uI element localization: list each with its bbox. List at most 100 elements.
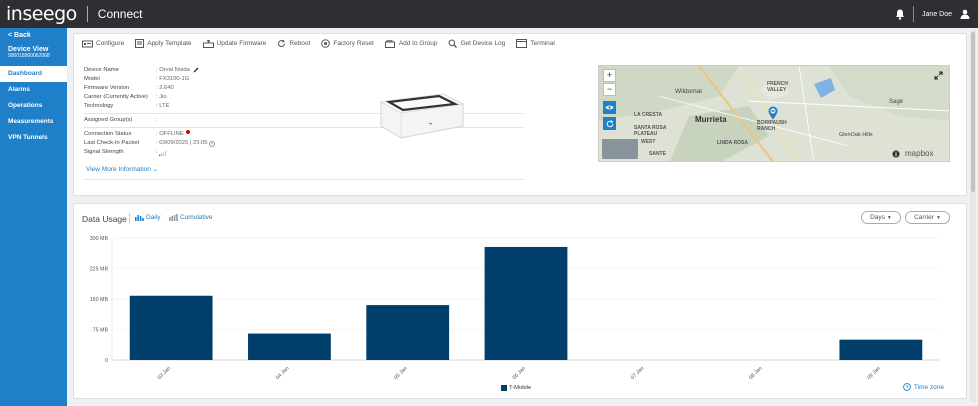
factory-reset-icon	[321, 39, 331, 48]
factory-reset-button[interactable]: Factory Reset	[321, 39, 374, 48]
bar-chart-icon	[135, 215, 144, 221]
chart-legend[interactable]: T-Mobile	[501, 385, 531, 391]
groups-label: Assigned Group(s)	[84, 117, 133, 123]
map-pin-icon[interactable]	[768, 106, 778, 120]
map-label-linda-rosa: LINDA ROSA	[717, 140, 748, 146]
x-tick-label: 06 Jan	[512, 366, 528, 382]
sidebar-item-alarms[interactable]: Alarms	[0, 82, 67, 98]
x-tick-label: 08 Jan	[748, 366, 764, 382]
checkin-value: : 03/09/2025 | 23:05	[156, 140, 208, 146]
template-icon	[135, 39, 145, 48]
legend-label: T-Mobile	[509, 385, 532, 391]
x-tick-label: 07 Jan	[630, 366, 646, 382]
inseego-logo[interactable]: inseego	[6, 3, 77, 25]
x-tick-label: 03 Jan	[157, 366, 173, 382]
legend-swatch	[501, 385, 507, 391]
location-map[interactable]: Wildomar Murrieta FRENCH VALLEY Sage LA …	[598, 65, 950, 162]
carrier-dropdown[interactable]: Carrier ▼	[905, 211, 950, 224]
days-dropdown[interactable]: Days ▼	[861, 211, 901, 224]
terminal-button[interactable]: Terminal	[516, 39, 555, 48]
clock-icon	[209, 140, 216, 147]
product-name: Connect	[97, 7, 143, 21]
tab-cumulative[interactable]: Cumulative	[169, 214, 213, 221]
view-more-information-link[interactable]: View More Information ⌄	[86, 165, 158, 173]
back-link[interactable]: < Back	[0, 28, 67, 44]
add-to-group-button[interactable]: Add to Group	[384, 39, 437, 48]
apply-template-button[interactable]: Apply Template	[135, 39, 192, 48]
reboot-button[interactable]: Reboot	[277, 39, 310, 48]
title-divider	[129, 213, 130, 224]
apply-template-label: Apply Template	[147, 40, 192, 47]
tab-daily[interactable]: Daily	[135, 214, 160, 221]
reboot-icon	[278, 39, 286, 47]
divider	[84, 179, 524, 180]
firmware-label: Firmware Version	[84, 85, 130, 91]
update-firmware-button[interactable]: Update Firmware	[202, 39, 266, 48]
info-icon[interactable]	[892, 150, 900, 158]
get-device-log-button[interactable]: Get Device Log	[448, 39, 505, 48]
firmware-icon	[202, 39, 214, 48]
chevron-down-icon: ⌄	[152, 166, 159, 173]
info-row-signal: Signal Strength:	[84, 148, 524, 157]
data-usage-chart: 0 75 MB 150 MB 225 MB 300 MB 03 Jan 04 Jan 05 J…	[90, 236, 940, 382]
info-row-device-name: Device Name : Orval Noida	[84, 66, 524, 75]
device-card: Configure Apply Template Update Firmware…	[73, 33, 967, 196]
device-view-title: Device View	[8, 46, 49, 53]
y-tick-label: 150 MB	[90, 297, 109, 303]
sidebar-item-measurements[interactable]: Measurements	[0, 114, 67, 130]
y-tick-label: 0	[105, 358, 108, 364]
days-label: Days	[870, 214, 885, 221]
fullscreen-button[interactable]	[932, 69, 945, 82]
user-name[interactable]: Jane Doe	[922, 11, 952, 18]
scrollbar-thumb[interactable]	[971, 32, 975, 192]
carrier-label: Carrier (Currently Active)	[84, 94, 148, 100]
sidebar-item-dashboard[interactable]: Dashboard	[0, 66, 67, 82]
x-tick-label: 09 Jan	[866, 366, 882, 382]
signal-bars-icon	[158, 150, 166, 156]
y-tick-label: 300 MB	[90, 236, 109, 242]
map-label-la-cresta: LA CRESTA	[634, 112, 663, 118]
zoom-out-button[interactable]: −	[603, 83, 616, 96]
bar	[484, 246, 568, 360]
signal-label: Signal Strength	[84, 149, 124, 155]
map-label-glenoak-hills: GlenOak Hills	[839, 132, 873, 138]
refresh-icon	[606, 120, 613, 128]
model-value: : FX3100-1G	[156, 76, 190, 82]
technology-value: : LTE	[156, 103, 170, 109]
terminal-label: Terminal	[530, 40, 555, 47]
bell-icon[interactable]	[895, 9, 905, 20]
configure-label: Configure	[96, 40, 125, 47]
terminal-icon	[516, 39, 528, 48]
status-label: Connection Status	[84, 131, 132, 137]
tab-cumulative-label: Cumulative	[180, 214, 213, 221]
device-name-label: Device Name	[84, 67, 119, 73]
checkin-label: Last Check-In Packet	[84, 140, 140, 146]
map-refresh-button[interactable]	[603, 117, 616, 130]
timezone-link[interactable]: Time zone	[903, 383, 944, 391]
configure-button[interactable]: Configure	[82, 40, 124, 48]
sidebar-item-vpn-tunnels[interactable]: VPN Tunnels	[0, 130, 67, 146]
user-icon[interactable]	[960, 9, 970, 19]
technology-label: Technology	[84, 103, 114, 109]
carrier-value: : Jio	[156, 94, 167, 100]
factory-reset-label: Factory Reset	[333, 40, 374, 47]
map-label-west: WEST	[641, 139, 656, 145]
bar	[248, 333, 331, 360]
device-log-icon	[448, 39, 458, 48]
bar	[839, 339, 923, 360]
map-label-boripaush-ranch: BORIPAUSH RANCH	[757, 120, 787, 132]
firmware-value: : 2.640	[156, 85, 174, 91]
reboot-label: Reboot	[289, 40, 311, 47]
get-device-log-label: Get Device Log	[460, 40, 506, 47]
header-divider	[86, 6, 88, 22]
model-label: Model	[84, 76, 100, 82]
expand-icon	[934, 71, 943, 80]
device-id: 990018900062068	[8, 53, 50, 59]
y-tick-label: 75 MB	[93, 328, 109, 334]
sidebar-item-operations[interactable]: Operations	[0, 98, 67, 114]
zoom-in-button[interactable]: +	[603, 69, 616, 82]
device-name-value: : Orval Noida	[156, 67, 190, 73]
stacked-chart-icon	[169, 214, 178, 221]
map-view-button[interactable]	[603, 101, 616, 114]
edit-icon[interactable]	[193, 67, 199, 73]
